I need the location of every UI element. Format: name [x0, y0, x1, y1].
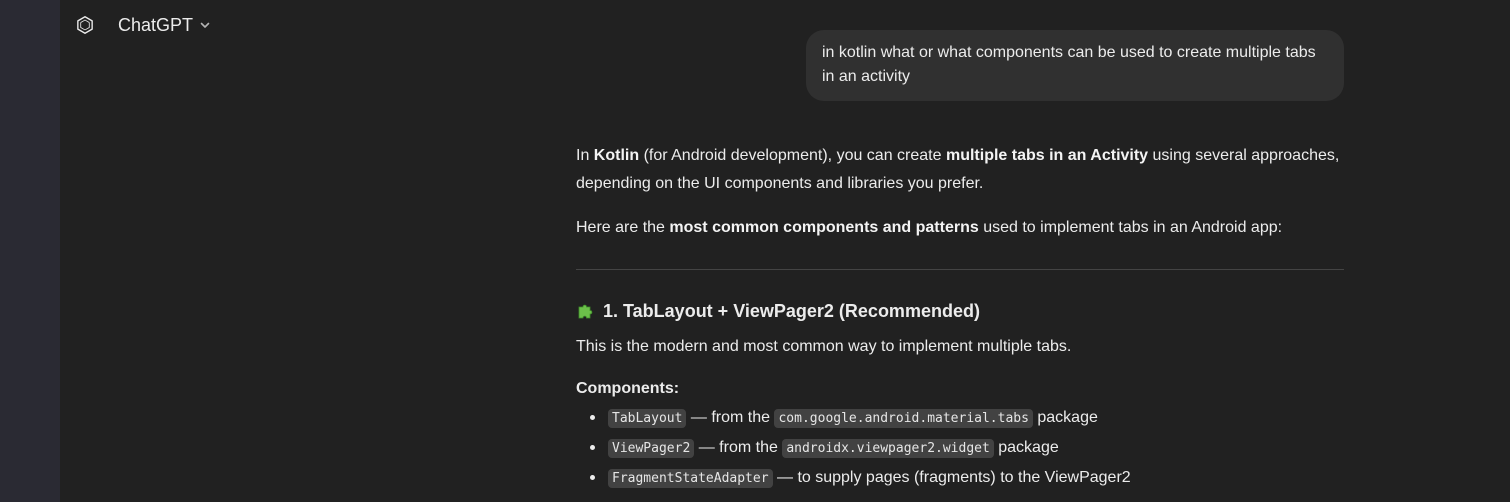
model-name: ChatGPT: [118, 14, 194, 35]
inline-code: androidx.viewpager2.widget: [782, 439, 994, 458]
components-list: TabLayout — from the com.google.android.…: [576, 403, 1344, 493]
section-description: This is the modern and most common way t…: [576, 338, 1072, 355]
assistant-response: In Kotlin (for Android development), you…: [576, 142, 1344, 493]
list-item-text: — from the: [694, 439, 783, 456]
list-item: TabLayout — from the com.google.android.…: [590, 403, 1344, 433]
section-heading: 1. TabLayout + ViewPager2 (Recommended): [576, 297, 1344, 325]
inline-code: FragmentStateAdapter: [608, 469, 773, 488]
list-item-text: — to supply pages (fragments) to the Vie…: [772, 469, 1131, 486]
response-intro: In Kotlin (for Android development), you…: [576, 142, 1344, 198]
list-item-text: — from the: [686, 409, 775, 426]
list-item-text: package: [1032, 409, 1098, 426]
puzzle-piece-icon: [576, 301, 596, 321]
chevron-down-icon: [199, 19, 211, 31]
list-item-text: package: [993, 439, 1059, 456]
inline-code: ViewPager2: [608, 439, 695, 458]
intro-text-1: In: [576, 147, 594, 164]
chat-main: ChatGPT in kotlin what or what component…: [60, 0, 1510, 502]
list-item: FragmentStateAdapter — to supply pages (…: [590, 463, 1344, 493]
intro-bold-2: multiple tabs in an Activity: [945, 147, 1149, 164]
section-title-text: 1. TabLayout + ViewPager2 (Recommended): [603, 301, 980, 321]
sidebar-collapsed: [0, 0, 60, 502]
second-bold-1: most common components and patterns: [669, 219, 979, 236]
response-second-paragraph: Here are the most common components and …: [576, 214, 1344, 242]
second-text-1: Here are the: [576, 219, 670, 236]
intro-bold-1: Kotlin: [593, 147, 640, 164]
intro-text-2: (for Android development), you can creat…: [639, 147, 946, 164]
inline-code: TabLayout: [608, 409, 687, 428]
horizontal-divider: [576, 269, 1344, 270]
user-message-bubble: in kotlin what or what components can be…: [806, 30, 1344, 101]
inline-code: com.google.android.material.tabs: [774, 409, 1033, 428]
model-selector-button[interactable]: ChatGPT: [114, 13, 215, 38]
list-item: ViewPager2 — from the androidx.viewpager…: [590, 433, 1344, 463]
second-text-2: used to implement tabs in an Android app…: [978, 219, 1283, 236]
openai-logo-icon[interactable]: [74, 14, 96, 36]
chat-header: ChatGPT: [74, 10, 215, 40]
user-message-text: in kotlin what or what components can be…: [822, 44, 1316, 85]
components-label: Components:: [576, 380, 680, 397]
